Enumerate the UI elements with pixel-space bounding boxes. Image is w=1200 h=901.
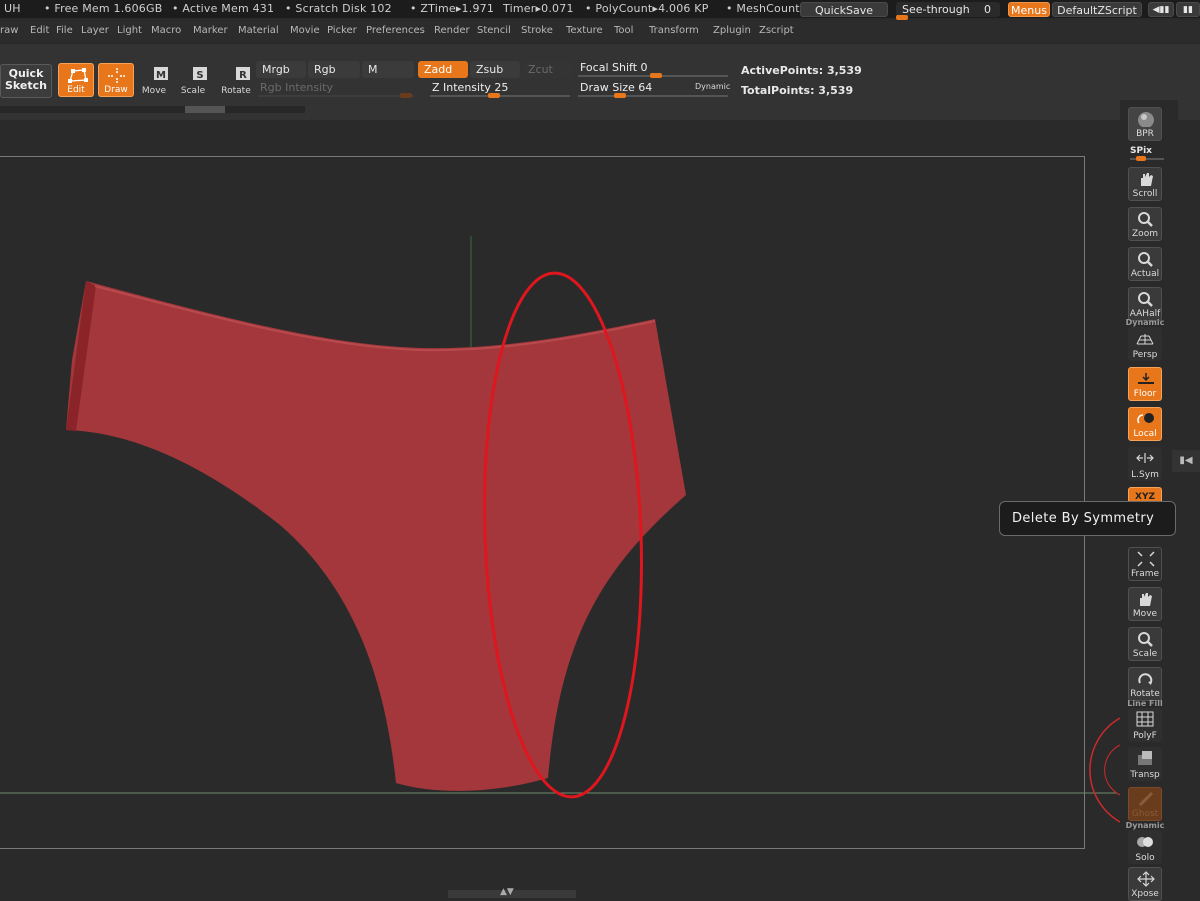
hand-icon xyxy=(1141,173,1153,186)
xpose-icon xyxy=(1137,871,1155,887)
tooltip-delete-by-symmetry: Delete By Symmetry xyxy=(999,501,1176,536)
scale-view-button[interactable]: Scale xyxy=(1128,627,1162,661)
spix-label: SPix xyxy=(1130,146,1152,156)
move-view-label: Move xyxy=(1132,609,1158,619)
local-label: Local xyxy=(1133,429,1157,439)
lsym-label: L.Sym xyxy=(1131,470,1159,480)
zoom-icon xyxy=(1138,212,1153,227)
persp-dynamic-label: Dynamic xyxy=(1125,318,1165,327)
scale-view-label: Scale xyxy=(1132,649,1158,659)
solo-dynamic-label: Dynamic xyxy=(1125,821,1165,830)
actual-zoom-icon xyxy=(1138,252,1153,267)
local-button[interactable]: Local xyxy=(1128,407,1162,441)
tray-toggle-icon[interactable]: ▮◀ xyxy=(1172,450,1200,472)
solo-spheres-icon xyxy=(1137,837,1153,847)
bottom-tray-handle[interactable]: ▲▼ xyxy=(448,887,576,898)
actual-button[interactable]: Actual xyxy=(1128,247,1162,281)
ghost-label: Ghost xyxy=(1131,809,1159,819)
ghost-button[interactable]: Ghost xyxy=(1128,787,1162,821)
aahalf-zoom-icon xyxy=(1138,292,1153,307)
floor-label: Floor xyxy=(1133,389,1157,399)
rotation-gizmo-inner xyxy=(1104,744,1121,796)
frame-button[interactable]: Frame xyxy=(1128,547,1162,581)
right-shelf: BPR SPix Scroll Zoom Actual AAHalf Dynam… xyxy=(1120,100,1178,901)
scale-magnifier-icon xyxy=(1138,632,1153,647)
bpr-button[interactable]: BPR xyxy=(1128,107,1162,141)
scroll-label: Scroll xyxy=(1132,189,1158,199)
transp-label: Transp xyxy=(1130,770,1160,780)
zoom-button[interactable]: Zoom xyxy=(1128,207,1162,241)
floor-button[interactable]: Floor xyxy=(1128,367,1162,401)
polyf-linefill-label: Line Fill xyxy=(1127,699,1163,708)
polyf-button[interactable]: Line Fill PolyF xyxy=(1127,699,1163,742)
move-hand-icon xyxy=(1140,593,1152,606)
persp-button[interactable]: Dynamic Persp xyxy=(1126,318,1164,361)
local-icon xyxy=(1137,413,1154,424)
transparency-icon xyxy=(1138,751,1152,765)
polyf-label: PolyF xyxy=(1133,731,1157,741)
scroll-button[interactable]: Scroll xyxy=(1128,167,1162,201)
move-view-button[interactable]: Move xyxy=(1128,587,1162,621)
mesh-shape[interactable] xyxy=(66,281,686,791)
polyframe-grid-icon xyxy=(1136,711,1154,727)
xpose-label: Xpose xyxy=(1131,889,1159,899)
solo-button[interactable]: Dynamic Solo xyxy=(1126,821,1164,864)
solo-label: Solo xyxy=(1135,853,1155,863)
rotate-view-icon xyxy=(1138,673,1153,685)
spix-knob[interactable] xyxy=(1136,156,1146,161)
transp-button[interactable]: Transp xyxy=(1128,747,1162,781)
zoom-label: Zoom xyxy=(1132,229,1158,239)
rotate-view-label: Rotate xyxy=(1130,689,1160,699)
lsym-button[interactable]: L.Sym xyxy=(1128,447,1162,481)
tray-arrows-icon: ▲▼ xyxy=(500,887,514,897)
ghost-icon xyxy=(1138,791,1154,807)
viewport-drawing xyxy=(0,236,1121,823)
frame-icon xyxy=(1137,551,1155,567)
lsym-arrows-icon xyxy=(1136,453,1154,463)
persp-label: Persp xyxy=(1132,350,1158,360)
bpr-label: BPR xyxy=(1136,129,1154,139)
perspective-grid-icon xyxy=(1136,334,1154,345)
rotate-view-button[interactable]: Rotate xyxy=(1128,667,1162,701)
actual-label: Actual xyxy=(1130,269,1160,279)
floor-icon xyxy=(1138,373,1154,384)
bpr-sphere-icon xyxy=(1138,112,1154,127)
xpose-button[interactable]: Xpose xyxy=(1128,867,1162,901)
aahalf-button[interactable]: AAHalf xyxy=(1128,287,1162,321)
frame-label: Frame xyxy=(1130,569,1160,579)
